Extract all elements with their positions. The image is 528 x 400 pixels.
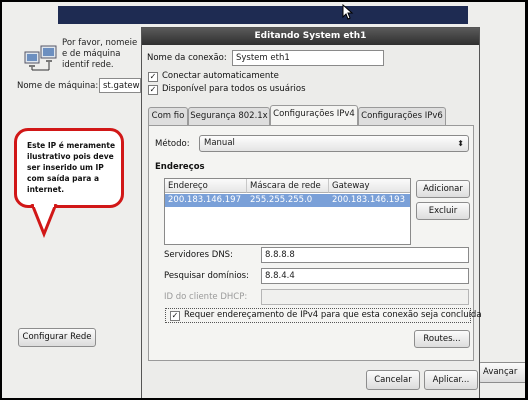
desktop-screen: Por favor, nomeie e de máquina identif r… <box>2 2 525 398</box>
routes-button[interactable]: Routes... <box>414 330 470 348</box>
cell-netmask: 255.255.255.0 <box>250 195 313 205</box>
cell-gateway: 200.183.146.193 <box>332 195 406 205</box>
connection-name-label: Nome da conexão: <box>147 53 227 63</box>
table-row[interactable]: 200.183.146.197 255.255.255.0 200.183.14… <box>165 194 410 207</box>
dhcp-client-id-label: ID do cliente DHCP: <box>164 292 248 302</box>
dns-label: Servidores DNS: <box>164 250 233 260</box>
mouse-cursor-icon <box>342 4 354 20</box>
require-ipv4-checkbox[interactable]: ✓ <box>170 311 180 321</box>
method-value: Manual <box>204 138 235 148</box>
tab-ipv6[interactable]: Configurações IPv6 <box>358 107 446 125</box>
dialog-title: Editando System eth1 <box>142 28 479 45</box>
method-label: Método: <box>155 139 190 149</box>
callout-tail <box>30 204 58 238</box>
addresses-heading: Endereços <box>155 162 205 172</box>
ipv4-panel: Método: Manual ⬍ Endereços Endereço Másc… <box>148 125 482 361</box>
tab-bar: Com fio Segurança 802.1x Configurações I… <box>148 105 474 125</box>
cell-address: 200.183.146.197 <box>168 195 242 205</box>
column-netmask[interactable]: Máscara de rede <box>247 179 329 193</box>
next-button[interactable]: Avançar <box>478 362 525 383</box>
select-arrows-icon: ⬍ <box>457 139 464 148</box>
top-banner <box>58 6 468 24</box>
network-computer-icon <box>24 45 57 71</box>
column-gateway[interactable]: Gateway <box>329 179 410 193</box>
all-users-label: Disponível para todos os usuários <box>162 84 306 94</box>
hostname-label: Nome de máquina: <box>17 81 99 91</box>
add-address-button[interactable]: Adicionar <box>416 180 470 198</box>
configure-network-button[interactable]: Configurar Rede <box>18 328 96 347</box>
addresses-table[interactable]: Endereço Máscara de rede Gateway 200.183… <box>164 178 411 245</box>
annotation-callout: Este IP é meramente ilustrativo pois dev… <box>14 128 124 208</box>
require-ipv4-label: Requer endereçamento de IPv4 para que es… <box>184 310 482 320</box>
require-ipv4-row[interactable]: ✓ Requer endereçamento de IPv4 para que … <box>165 308 482 323</box>
all-users-checkbox[interactable]: ✓ <box>148 85 158 95</box>
tab-security[interactable]: Segurança 802.1x <box>188 107 270 125</box>
edit-connection-dialog: Editando System eth1 Nome da conexão: Sy… <box>141 27 482 398</box>
hostname-input[interactable]: st.gatew <box>99 78 141 93</box>
column-address[interactable]: Endereço <box>165 179 247 193</box>
search-domains-input[interactable]: 8.8.4.4 <box>261 268 469 284</box>
delete-address-button[interactable]: Excluir <box>416 202 470 220</box>
dhcp-client-id-input[interactable] <box>261 289 469 305</box>
dns-input[interactable]: 8.8.8.8 <box>261 247 469 263</box>
search-domains-label: Pesquisar domínios: <box>164 271 249 281</box>
hostname-description: Por favor, nomeie e de máquina identif r… <box>62 38 138 70</box>
method-select[interactable]: Manual ⬍ <box>199 135 469 152</box>
auto-connect-checkbox[interactable]: ✓ <box>148 72 158 82</box>
connection-name-input[interactable]: System eth1 <box>232 50 384 66</box>
apply-button[interactable]: Aplicar... <box>424 370 478 390</box>
auto-connect-label: Conectar automaticamente <box>162 71 279 81</box>
tab-wired[interactable]: Com fio <box>148 107 188 125</box>
tab-ipv4[interactable]: Configurações IPv4 <box>270 105 358 125</box>
cancel-button[interactable]: Cancelar <box>366 370 420 390</box>
callout-text: Este IP é meramente ilustrativo pois dev… <box>27 141 116 194</box>
